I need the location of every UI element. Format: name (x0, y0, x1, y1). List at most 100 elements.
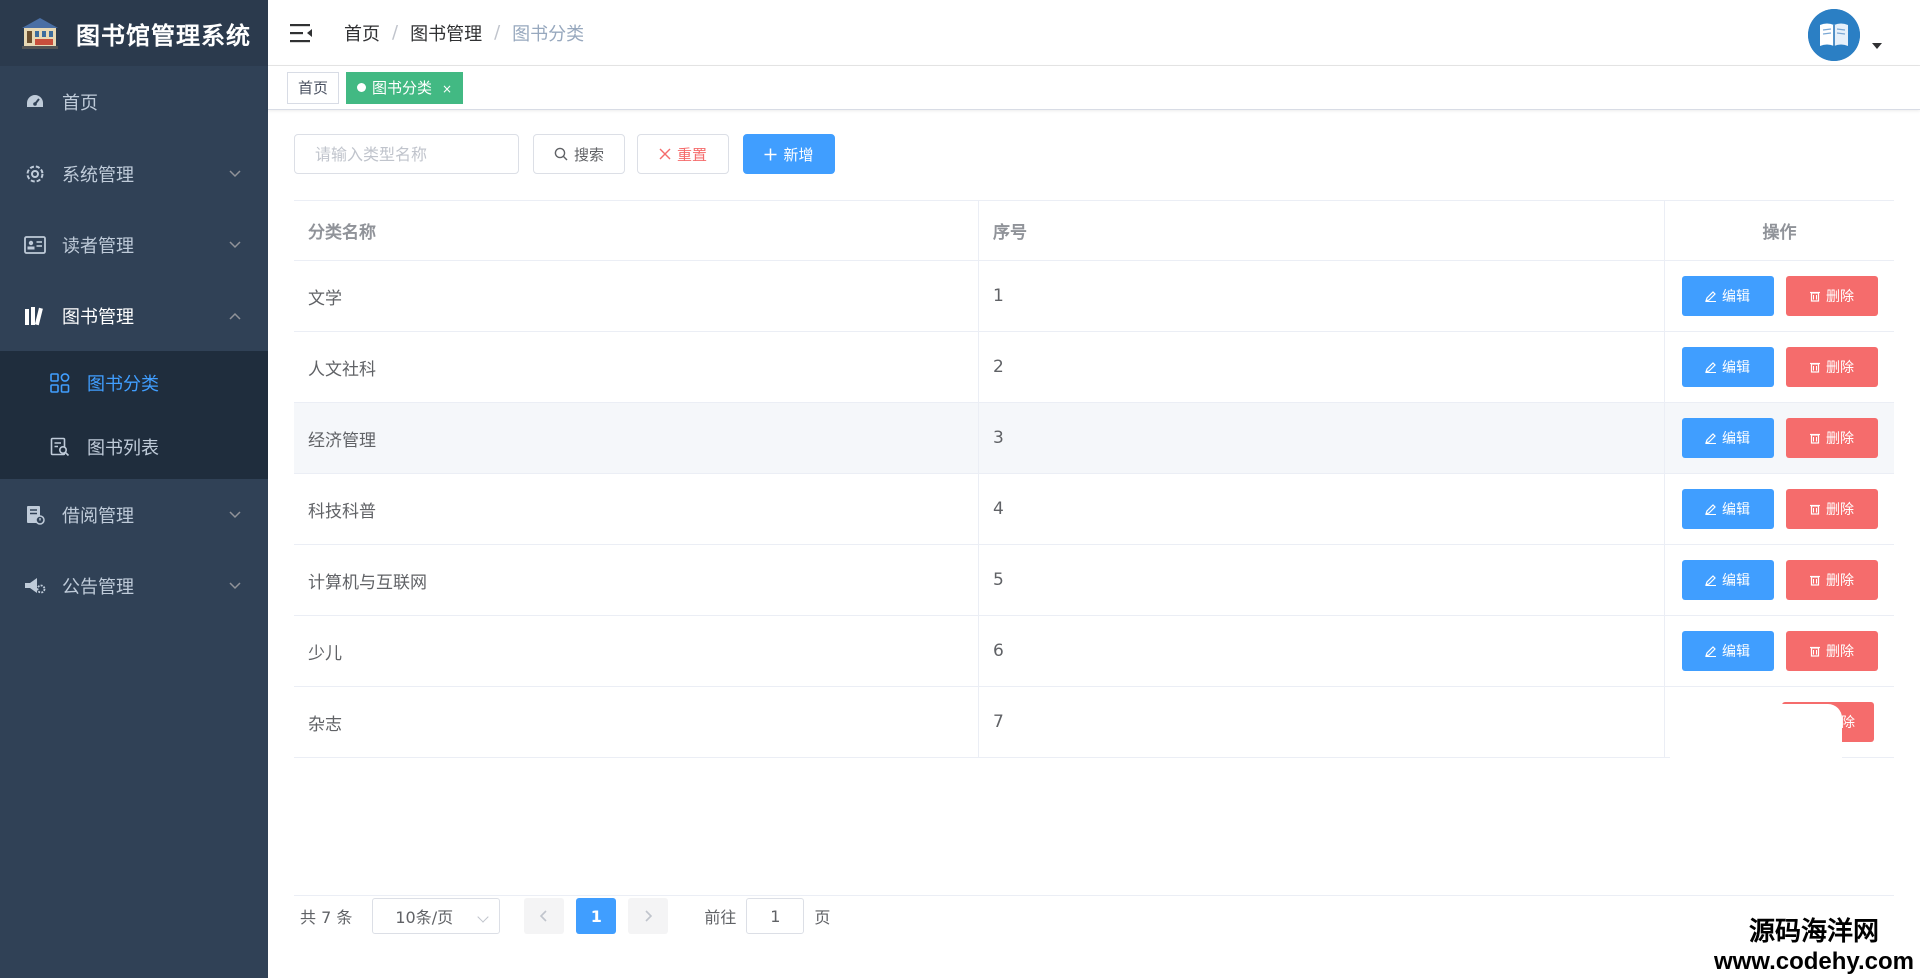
delete-button[interactable]: 删除 (1785, 560, 1878, 600)
category-name-input[interactable] (294, 134, 519, 174)
chevron-down-icon (477, 911, 490, 923)
edit-icon (1705, 432, 1717, 444)
sidebar-item-readers[interactable]: 读者管理 (0, 209, 268, 280)
add-button[interactable]: 新增 (743, 134, 835, 174)
megaphone-settings-icon (24, 575, 46, 597)
delete-button[interactable]: 删除 (1785, 347, 1878, 387)
edit-button[interactable]: 编辑 (1681, 560, 1774, 600)
tag-label: 图书分类 (372, 79, 433, 97)
document-search-icon (49, 436, 71, 458)
jump-suffix: 页 (814, 908, 831, 927)
header-ops: 操作 (1762, 223, 1797, 243)
tag-label: 首页 (298, 79, 329, 97)
next-page-button[interactable] (628, 898, 669, 934)
trash-icon (1809, 574, 1821, 586)
id-card-icon (24, 234, 46, 256)
table-row: 少儿 6 编辑 删除 (294, 616, 1894, 687)
search-button[interactable]: 搜索 (533, 134, 625, 174)
reset-button[interactable]: 重置 (637, 134, 729, 174)
tag-book-category[interactable]: 图书分类 × (346, 72, 464, 104)
page-jump: 前往 页 (704, 898, 830, 934)
close-icon[interactable]: × (442, 82, 452, 96)
plus-icon (764, 148, 777, 161)
watermark-cn: 源码海洋网 (1748, 917, 1879, 947)
page-size-select[interactable]: 10条/页 (372, 898, 501, 934)
close-icon (659, 148, 671, 160)
watermark-en: www.codehy.com (1713, 948, 1914, 975)
grid-icon (49, 372, 71, 394)
delete-label: 删除 (1826, 431, 1854, 447)
trash-icon (1809, 432, 1821, 444)
header-seq: 序号 (979, 201, 1665, 260)
breadcrumb-current: 图书分类 (512, 23, 585, 45)
cell-seq: 2 (979, 332, 1665, 402)
sidebar-item-books[interactable]: 图书管理 (0, 280, 268, 351)
prev-page-button[interactable] (524, 898, 565, 934)
breadcrumb-separator: / (392, 22, 399, 43)
page-number[interactable]: 1 (576, 898, 617, 934)
watermark: 源码海洋网 www.codehy.com (1714, 916, 1914, 976)
cell-ops: 编辑 删除 (1665, 403, 1894, 473)
edit-button[interactable]: 编辑 (1681, 631, 1774, 671)
cell-ops: 编辑 删除 (1665, 474, 1894, 544)
edit-icon (1705, 290, 1717, 302)
sidebar: 图书馆管理系统 首页 系统管理 读者管理 图书管理 图书分类 图书列表 借阅管理… (0, 0, 268, 978)
cell-name: 计算机与互联网 (294, 545, 979, 615)
reset-button-label: 重置 (676, 145, 707, 164)
cell-seq: 6 (979, 616, 1665, 686)
tags-view: 首页 图书分类 × (268, 66, 1920, 110)
sidebar-item-system[interactable]: 系统管理 (0, 138, 268, 209)
sidebar-item-notice[interactable]: 公告管理 (0, 550, 268, 621)
edit-icon (1705, 503, 1717, 515)
delete-button[interactable]: 删除 (1785, 631, 1878, 671)
gear-icon (24, 163, 46, 185)
delete-button[interactable]: 删除 (1785, 489, 1878, 529)
cell-name: 经济管理 (294, 403, 979, 473)
edit-button[interactable]: 编辑 (1681, 489, 1774, 529)
edit-label: 编辑 (1722, 573, 1750, 589)
jump-page-input[interactable] (746, 898, 805, 934)
edit-button[interactable]: 编辑 (1681, 418, 1774, 458)
sidebar-item-book-list[interactable]: 图书列表 (0, 415, 268, 479)
delete-label: 删除 (1826, 289, 1854, 305)
delete-button[interactable]: 删除 (1785, 276, 1878, 316)
edit-icon (1705, 645, 1717, 657)
blank-popup (1670, 704, 1842, 894)
edit-button[interactable]: 编辑 (1681, 347, 1774, 387)
delete-label: 删除 (1826, 573, 1854, 589)
table-row: 人文社科 2 编辑 删除 (294, 332, 1894, 403)
sidebar-item-home[interactable]: 首页 (0, 66, 268, 138)
breadcrumb-books: 图书管理 (410, 23, 483, 45)
dashboard-icon (24, 91, 46, 113)
search-icon (554, 147, 568, 161)
app-title: 图书馆管理系统 (76, 21, 251, 50)
edit-button[interactable]: 编辑 (1681, 276, 1774, 316)
hamburger-icon[interactable] (290, 22, 314, 44)
cell-ops: 编辑 删除 (1665, 261, 1894, 331)
jump-prefix: 前往 (704, 908, 737, 927)
logo[interactable]: 图书馆管理系统 (0, 0, 268, 66)
breadcrumb-home[interactable]: 首页 (344, 20, 380, 46)
table-header: 分类名称 序号 操作 (294, 201, 1894, 261)
books-icon (24, 305, 46, 327)
pagination: 共 7 条 10条/页 1 前往 页 (300, 896, 830, 936)
cell-name: 文学 (294, 261, 979, 331)
delete-button[interactable]: 删除 (1785, 418, 1878, 458)
caret-down-icon[interactable] (1872, 43, 1882, 49)
edit-label: 编辑 (1722, 644, 1750, 660)
cell-seq: 1 (979, 261, 1665, 331)
edit-label: 编辑 (1722, 502, 1750, 518)
breadcrumb: 首页 / 图书管理 / 图书分类 (344, 20, 584, 46)
book-avatar-icon (1808, 9, 1860, 61)
cell-seq: 5 (979, 545, 1665, 615)
avatar[interactable] (1808, 9, 1860, 61)
cell-ops: 编辑 删除 (1665, 616, 1894, 686)
search-button-label: 搜索 (573, 145, 604, 164)
edit-label: 编辑 (1722, 431, 1750, 447)
sidebar-item-borrow[interactable]: 借阅管理 (0, 479, 268, 550)
sidebar-item-book-category[interactable]: 图书分类 (0, 351, 268, 415)
edit-icon (1705, 361, 1717, 373)
breadcrumb-separator: / (494, 22, 501, 43)
tag-home[interactable]: 首页 (287, 72, 340, 104)
chevron-left-icon (540, 910, 547, 922)
